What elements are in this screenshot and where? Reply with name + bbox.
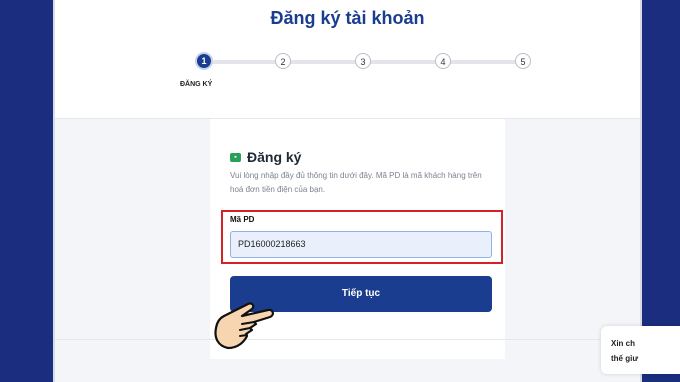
chat-widget-line-2: thế giư — [611, 354, 639, 363]
chat-widget[interactable]: Xin ch thế giư — [601, 326, 680, 374]
chat-widget-line-1: Xin ch — [611, 339, 636, 348]
pointing-hand-icon — [214, 302, 274, 350]
pd-field-label: Mã PD — [230, 215, 255, 224]
pd-code-input[interactable]: PD16000218663 — [230, 231, 492, 258]
section-divider — [55, 339, 640, 340]
step-2: 2 — [275, 53, 291, 69]
browser-viewport: Đăng ký tài khoản 1 2 3 4 5 ĐĂNG KÝ ▪ Đăn… — [55, 0, 640, 382]
step-4: 4 — [435, 53, 451, 69]
page-title: Đăng ký tài khoản — [270, 8, 425, 28]
step-1-label: ĐĂNG KÝ — [180, 81, 213, 88]
id-card-icon: ▪ — [230, 152, 241, 162]
step-5: 5 — [515, 53, 531, 69]
main-content: ▪ Đăng ký Vui lòng nhập đầy đủ thông tin … — [55, 119, 640, 382]
card-heading-text: Đăng ký — [247, 149, 302, 165]
card-heading: ▪ Đăng ký — [230, 149, 301, 165]
card-description: Vui lòng nhập đầy đủ thông tin dưới đây.… — [230, 171, 482, 194]
step-1: 1 — [195, 52, 213, 70]
step-3: 3 — [355, 53, 371, 69]
frame-right-edge — [640, 0, 642, 382]
header-section: Đăng ký tài khoản 1 2 3 4 5 ĐĂNG KÝ — [55, 0, 640, 119]
